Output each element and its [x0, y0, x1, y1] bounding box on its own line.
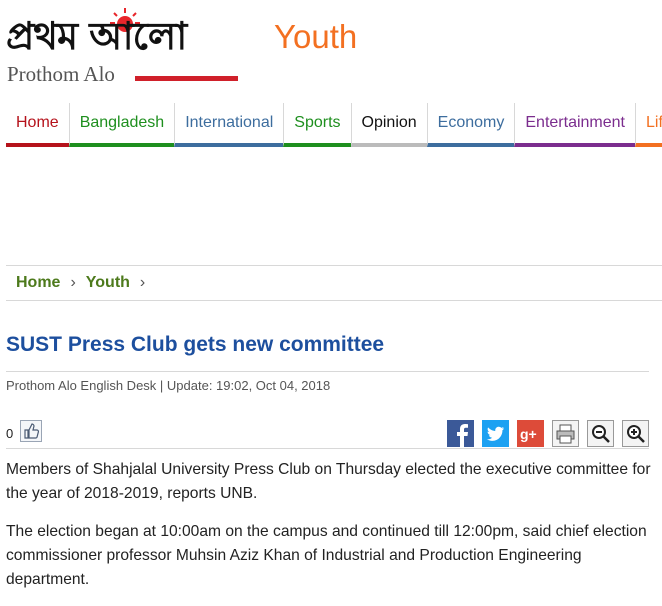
logo-underline: [135, 76, 238, 81]
logo-english-text: Prothom Alo: [7, 62, 115, 86]
section-title[interactable]: Youth: [274, 17, 357, 57]
nav-item-opinion[interactable]: Opinion: [350, 103, 427, 147]
article-byline: Prothom Alo English Desk | Update: 19:02…: [6, 371, 649, 394]
article-paragraph: Members of Shahjalal University Press Cl…: [6, 461, 651, 502]
breadcrumb-separator: ›: [139, 274, 146, 291]
article-headline: SUST Press Club gets new committee: [6, 333, 385, 356]
nav-item-international[interactable]: International: [174, 103, 284, 147]
print-icon[interactable]: [552, 420, 579, 447]
svg-text:g+: g+: [520, 426, 537, 442]
breadcrumb-separator: ›: [70, 274, 76, 291]
nav-item-entertainment[interactable]: Entertainment: [514, 103, 635, 147]
nav-item-home[interactable]: Home: [6, 103, 69, 147]
zoom-in-icon[interactable]: [622, 420, 649, 447]
google-plus-icon[interactable]: g+: [517, 420, 544, 447]
share-toolbar: 0 g+: [6, 418, 649, 449]
breadcrumb: Home › Youth ›: [6, 265, 662, 301]
main-nav: Home Bangladesh International Sports Opi…: [6, 103, 662, 147]
nav-item-lifestyle[interactable]: Lif: [634, 103, 662, 147]
like-button[interactable]: [20, 420, 42, 442]
facebook-icon[interactable]: [447, 420, 474, 447]
share-icons: g+: [447, 420, 649, 447]
article-body: Members of Shahjalal University Press Cl…: [6, 458, 656, 606]
breadcrumb-home[interactable]: Home: [16, 274, 60, 292]
logo-bangla-text: প্রথম আলো: [6, 13, 187, 58]
site-logo[interactable]: প্রথম আলো Prothom Alo: [6, 6, 246, 86]
nav-item-economy[interactable]: Economy: [426, 103, 515, 147]
zoom-out-icon[interactable]: [587, 420, 614, 447]
nav-item-sports[interactable]: Sports: [283, 103, 351, 147]
thumbs-up-icon: [24, 423, 40, 439]
twitter-icon[interactable]: [482, 420, 509, 447]
breadcrumb-youth[interactable]: Youth: [86, 274, 130, 292]
like-count: 0: [6, 426, 14, 441]
article-paragraph: The election began at 10:00am on the cam…: [6, 523, 647, 588]
nav-item-bangladesh[interactable]: Bangladesh: [68, 103, 175, 147]
